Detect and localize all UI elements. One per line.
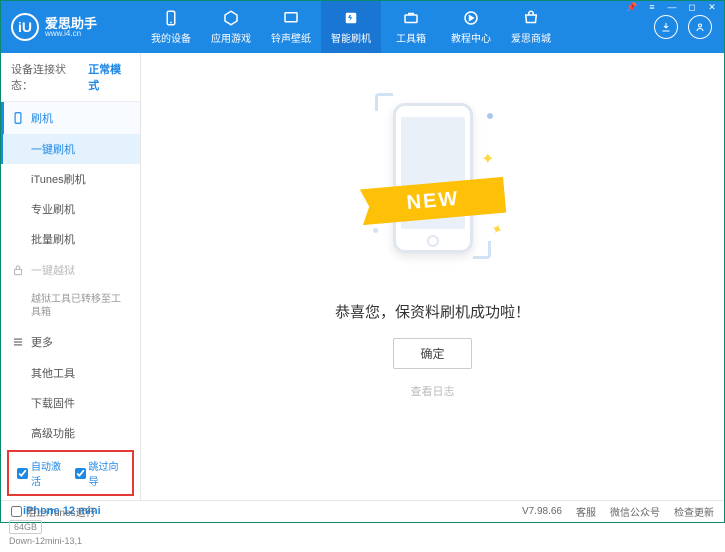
- tutorial-icon: [462, 9, 480, 27]
- minimize-icon[interactable]: —: [665, 2, 679, 13]
- checkbox-input[interactable]: [11, 506, 22, 517]
- status-value: 正常模式: [88, 61, 130, 93]
- tab-toolbox[interactable]: 工具箱: [381, 1, 441, 53]
- star-icon: ✦: [488, 220, 505, 240]
- download-button[interactable]: [654, 15, 678, 39]
- close-icon[interactable]: ✕: [705, 2, 719, 13]
- lock-icon: [11, 263, 25, 277]
- menu-icon[interactable]: ≡: [645, 2, 659, 13]
- connection-status: 设备连接状态： 正常模式: [1, 53, 140, 102]
- new-ribbon: NEW: [359, 177, 506, 225]
- customer-service-link[interactable]: 客服: [576, 504, 596, 519]
- logo-url: www.i4.cn: [45, 30, 97, 38]
- sidebar-item-batch-flash[interactable]: 批量刷机: [1, 224, 140, 254]
- options-row: 自动激活 跳过向导: [7, 450, 134, 496]
- phone-icon: [162, 9, 180, 27]
- section-more[interactable]: 更多: [1, 326, 140, 358]
- tab-devices[interactable]: 我的设备: [141, 1, 201, 53]
- list-icon: [11, 335, 25, 349]
- success-message: 恭喜您，保资料刷机成功啦！: [335, 301, 530, 322]
- apps-icon: [222, 9, 240, 27]
- section-label: 更多: [31, 334, 53, 350]
- confirm-button[interactable]: 确定: [393, 338, 471, 369]
- status-label: 设备连接状态：: [11, 61, 84, 93]
- maximize-icon[interactable]: ◻: [685, 2, 699, 13]
- block-itunes-checkbox[interactable]: 阻止iTunes运行: [11, 504, 96, 519]
- section-flash[interactable]: 刷机: [1, 102, 140, 134]
- tab-label: 智能刷机: [331, 30, 371, 45]
- tab-label: 铃声壁纸: [271, 30, 311, 45]
- sidebar-item-download-firmware[interactable]: 下载固件: [1, 388, 140, 418]
- tab-label: 工具箱: [396, 30, 426, 45]
- sidebar-item-oneclick-flash[interactable]: 一键刷机: [1, 134, 140, 164]
- sidebar-item-itunes-flash[interactable]: iTunes刷机: [1, 164, 140, 194]
- nav-tabs: 我的设备 应用游戏 铃声壁纸 智能刷机 工具箱 教程中心 爱思商城: [141, 1, 654, 53]
- checkbox-input[interactable]: [17, 468, 28, 479]
- section-label: 刷机: [31, 110, 53, 126]
- sidebar-item-pro-flash[interactable]: 专业刷机: [1, 194, 140, 224]
- jailbreak-note: 越狱工具已转移至工具箱: [1, 286, 140, 326]
- version-label: V7.98.66: [522, 506, 562, 517]
- download-icon: [660, 21, 672, 33]
- checkbox-auto-activate[interactable]: 自动激活: [17, 458, 67, 488]
- window-controls: 📌 ≡ — ◻ ✕: [625, 2, 719, 13]
- wallpaper-icon: [282, 9, 300, 27]
- success-illustration: ✦ ✦ NEW: [373, 93, 493, 283]
- checkbox-label: 跳过向导: [89, 458, 125, 488]
- section-jailbreak[interactable]: 一键越狱: [1, 254, 140, 286]
- tab-apps[interactable]: 应用游戏: [201, 1, 261, 53]
- account-button[interactable]: [688, 15, 712, 39]
- view-log-link[interactable]: 查看日志: [411, 383, 455, 399]
- checkbox-label: 阻止iTunes运行: [26, 504, 96, 519]
- device-storage: 64GB: [9, 520, 42, 534]
- sidebar-item-advanced[interactable]: 高级功能: [1, 418, 140, 448]
- check-update-link[interactable]: 检查更新: [674, 504, 714, 519]
- checkbox-label: 自动激活: [31, 458, 67, 488]
- flash-icon: [342, 9, 360, 27]
- store-icon: [522, 9, 540, 27]
- tab-store[interactable]: 爱思商城: [501, 1, 561, 53]
- tab-ringtones[interactable]: 铃声壁纸: [261, 1, 321, 53]
- section-label: 一键越狱: [31, 262, 75, 278]
- app-header: iU 爱思助手 www.i4.cn 我的设备 应用游戏 铃声壁纸 智能刷机 工具…: [1, 1, 724, 53]
- wechat-link[interactable]: 微信公众号: [610, 504, 660, 519]
- device-identifier: Down-12mini-13,1: [9, 536, 132, 546]
- tab-tutorials[interactable]: 教程中心: [441, 1, 501, 53]
- tab-label: 我的设备: [151, 30, 191, 45]
- tab-label: 应用游戏: [211, 30, 251, 45]
- main-content: ✦ ✦ NEW 恭喜您，保资料刷机成功啦！ 确定 查看日志: [141, 53, 724, 500]
- sidebar-item-other-tools[interactable]: 其他工具: [1, 358, 140, 388]
- tab-label: 教程中心: [451, 30, 491, 45]
- logo-icon: iU: [11, 13, 39, 41]
- star-icon: ✦: [481, 149, 494, 169]
- logo-title: 爱思助手: [45, 17, 97, 30]
- tab-flash[interactable]: 智能刷机: [321, 1, 381, 53]
- checkbox-input[interactable]: [75, 468, 86, 479]
- phone-small-icon: [11, 111, 25, 125]
- tab-label: 爱思商城: [511, 30, 551, 45]
- user-icon: [694, 21, 706, 33]
- toolbox-icon: [402, 9, 420, 27]
- pin-icon[interactable]: 📌: [625, 2, 639, 13]
- logo-area: iU 爱思助手 www.i4.cn: [1, 13, 141, 41]
- checkbox-skip-guide[interactable]: 跳过向导: [75, 458, 125, 488]
- sidebar: 设备连接状态： 正常模式 刷机 一键刷机 iTunes刷机 专业刷机 批量刷机 …: [1, 53, 141, 500]
